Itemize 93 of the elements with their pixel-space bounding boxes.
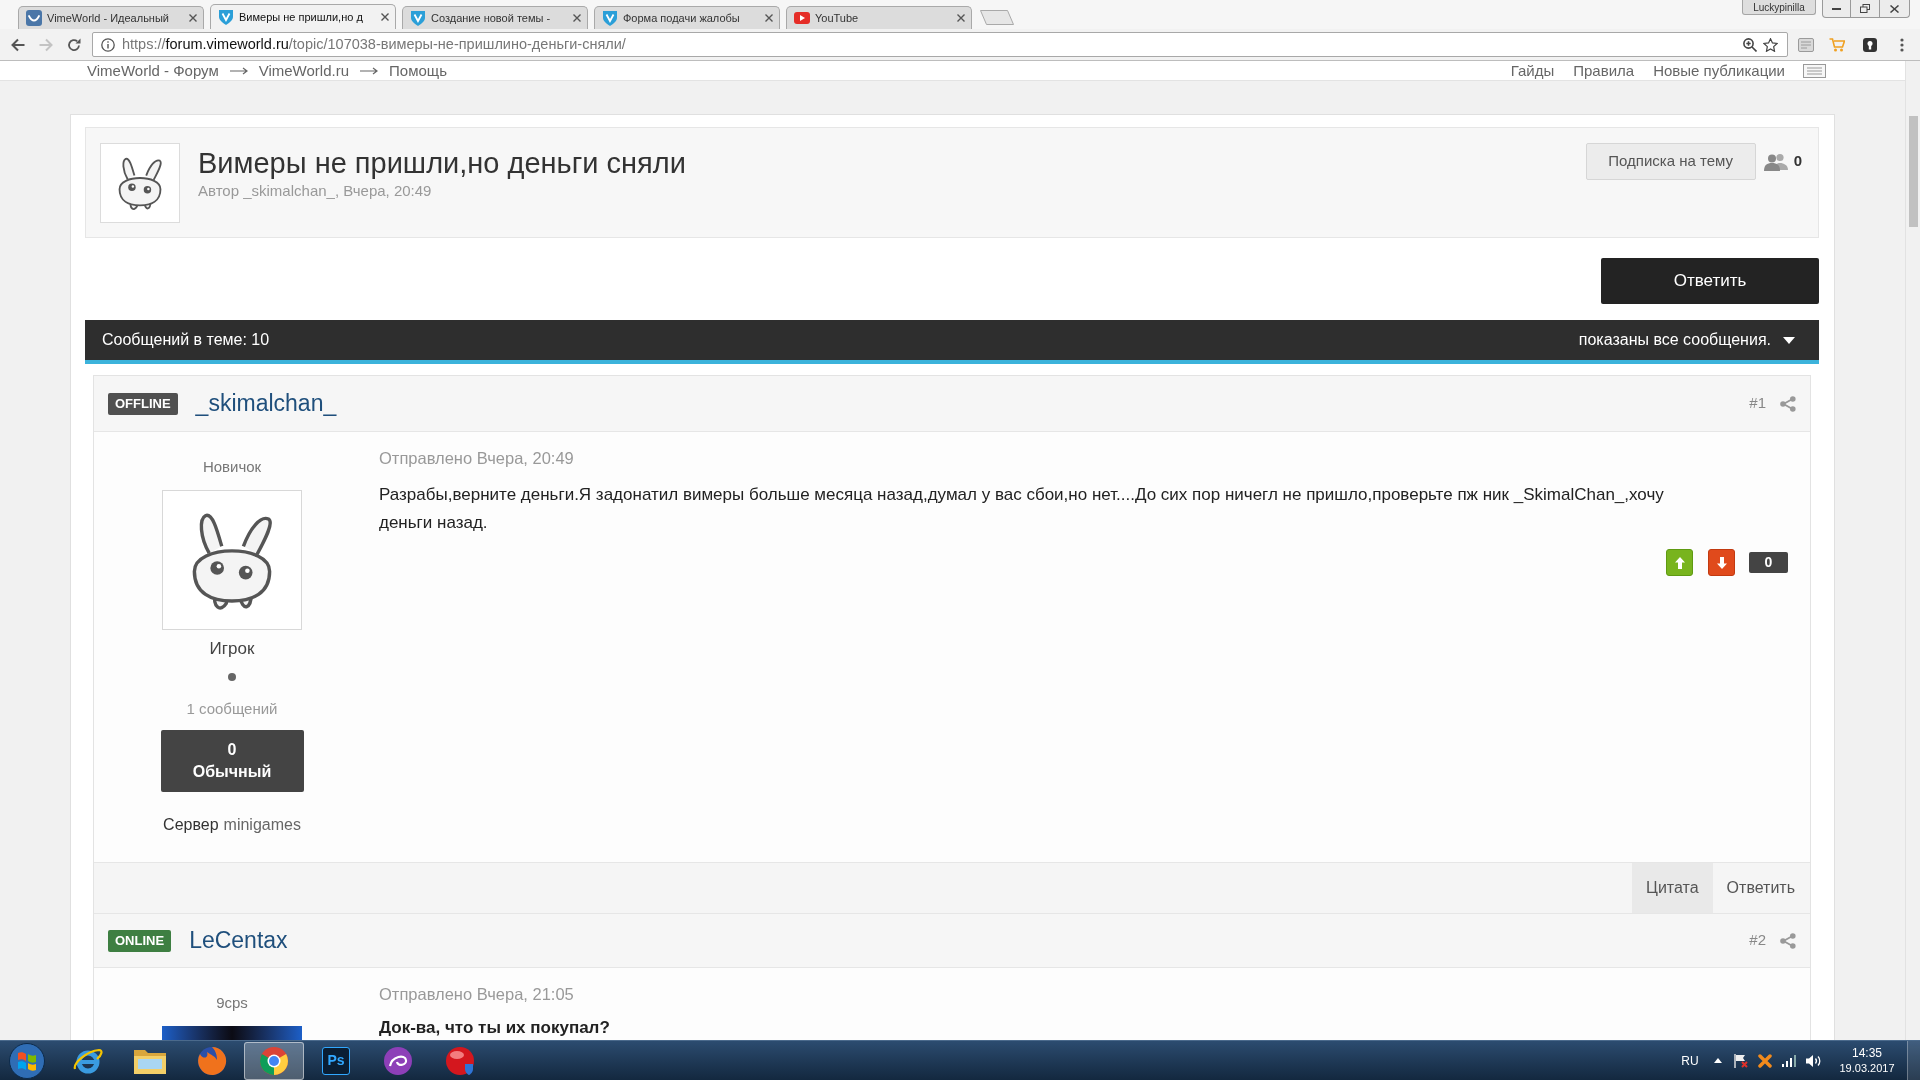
status-badge: ONLINE <box>108 929 172 952</box>
clock-date: 19.03.2017 <box>1839 1060 1895 1076</box>
reload-icon[interactable] <box>67 37 81 52</box>
caret-up-icon[interactable] <box>1714 1058 1722 1063</box>
minimize-button[interactable] <box>1822 0 1851 18</box>
browser-tab[interactable]: VimeWorld - Идеальный <box>18 6 204 29</box>
play-icon <box>794 12 810 24</box>
ball-icon <box>445 1045 475 1076</box>
swirl-icon <box>383 1045 413 1076</box>
speaker-icon[interactable] <box>1805 1053 1821 1068</box>
back-icon[interactable] <box>11 37 25 52</box>
reply-button[interactable]: Ответить <box>1601 258 1819 304</box>
minimize-icon <box>1832 7 1841 10</box>
share-icon[interactable] <box>1780 395 1796 412</box>
close-icon <box>1890 4 1899 13</box>
author-name[interactable]: _skimalchan_ <box>195 386 337 421</box>
segmented-circle-icon <box>259 1045 289 1076</box>
server-name: minigames <box>223 815 301 835</box>
arrow-right-icon <box>360 66 378 75</box>
user-group: Игрок <box>209 639 255 659</box>
clock-time: 14:35 <box>1852 1045 1882 1061</box>
arrow-right-icon <box>229 66 248 75</box>
close-icon[interactable] <box>189 14 197 22</box>
profile-button[interactable]: Luckypinilla <box>1742 0 1816 15</box>
post-date: Отправлено Вчера, 20:49 <box>379 449 575 467</box>
filter-dropdown[interactable]: показаны все сообщения. <box>1578 328 1795 352</box>
breadcrumb-link[interactable]: VimeWorld.ru <box>258 61 349 80</box>
info-icon[interactable] <box>101 37 115 52</box>
taskbar-button[interactable]: Ps <box>306 1041 366 1080</box>
arrow-down-icon <box>1716 556 1727 569</box>
nav-link[interactable]: Гайды <box>1510 61 1555 80</box>
star-icon[interactable] <box>1763 37 1778 52</box>
user-rank: Новичок <box>202 458 262 476</box>
language-indicator[interactable]: RU <box>1677 1051 1703 1070</box>
folder-icon <box>134 1047 166 1074</box>
caret-down-icon <box>1783 336 1795 344</box>
close-icon[interactable] <box>957 14 965 22</box>
zoom-icon[interactable] <box>1743 37 1757 52</box>
globe-flame-icon <box>197 1045 227 1076</box>
keyhole-icon[interactable] <box>1863 37 1877 52</box>
nav-link[interactable]: Правила <box>1573 61 1635 80</box>
square-logo-icon <box>26 10 42 26</box>
breadcrumb-link[interactable]: Помощь <box>389 61 447 80</box>
address-field[interactable]: https://forum.vimeworld.ru/topic/107038-вимеры-не-пришлино-деньги-сняли/ <box>92 32 1788 57</box>
status-badge: OFFLINE <box>108 392 178 415</box>
browser-tab[interactable]: YouTube <box>786 6 972 29</box>
follower-count: 0 <box>1793 151 1802 172</box>
author-name[interactable]: LeCentax <box>189 923 288 958</box>
signal-icon[interactable] <box>1782 1054 1796 1067</box>
nav-link[interactable]: Новые публикации <box>1653 61 1785 80</box>
more-icon[interactable] <box>1900 37 1904 52</box>
restore-icon <box>1860 4 1870 13</box>
reputation-label: Обычный <box>192 762 272 782</box>
shield-icon <box>602 10 618 26</box>
shield-icon <box>410 10 426 26</box>
people-icon <box>1763 152 1788 171</box>
follow-button[interactable]: Подписка на тему <box>1585 143 1756 180</box>
browser-tab[interactable]: Форма подачи жалобы <box>594 6 780 29</box>
cross-icon[interactable] <box>1758 1053 1772 1068</box>
server-label: Сервер <box>163 815 219 835</box>
post-count: Сообщений в теме: 10 <box>102 330 270 350</box>
topic-title: Вимеры не пришли,но деньги сняли <box>198 146 686 180</box>
show-desktop-button[interactable] <box>1907 1041 1920 1080</box>
post-text: Док-ва, что ты их покупал? <box>379 1017 611 1039</box>
arrow-up-icon <box>1674 556 1685 569</box>
vote-count: 0 <box>1749 552 1788 573</box>
vote-up-button[interactable] <box>1666 549 1693 576</box>
dot-icon <box>228 673 236 681</box>
share-icon[interactable] <box>1780 932 1796 949</box>
flag-icon[interactable] <box>1734 1053 1748 1068</box>
browser-tab[interactable]: Создание новой темы - <box>402 6 588 29</box>
scrollbar-thumb[interactable] <box>1908 116 1918 227</box>
user-rank: 9cps <box>216 994 248 1012</box>
wavy-flag-icon <box>17 1050 37 1071</box>
shield-icon <box>218 9 234 25</box>
post-text: Разрабы,верните деньги.Я задонатил вимеры больше месяца назад,думал у вас сбои,но нет....До сих пор ничегл не пришло,проверьте пж ник _SkimalChan_,хочу деньги назад. <box>379 484 1665 534</box>
taskbar-button[interactable] <box>244 1041 304 1080</box>
post-action-button[interactable]: Цитата <box>1632 863 1713 913</box>
close-icon[interactable] <box>765 14 773 22</box>
orbit-icon <box>73 1046 103 1075</box>
close-window-button[interactable] <box>1880 0 1910 18</box>
topic-byline: Автор _skimalchan_, Вчера, 20:49 <box>198 182 433 200</box>
close-icon[interactable] <box>381 13 389 21</box>
close-icon[interactable] <box>573 14 581 22</box>
restore-button[interactable] <box>1851 0 1880 18</box>
list-icon[interactable] <box>1803 63 1826 78</box>
reputation-value: 0 <box>227 740 237 760</box>
start-button[interactable] <box>9 1042 45 1079</box>
breadcrumb-link[interactable]: VimeWorld - Форум <box>87 61 219 80</box>
browser-tab[interactable]: Вимеры не пришли,но д <box>210 4 396 29</box>
vote-down-button[interactable] <box>1708 549 1735 576</box>
post-date: Отправлено Вчера, 21:05 <box>379 985 575 1003</box>
user-post-count: 1 сообщений <box>186 700 278 718</box>
